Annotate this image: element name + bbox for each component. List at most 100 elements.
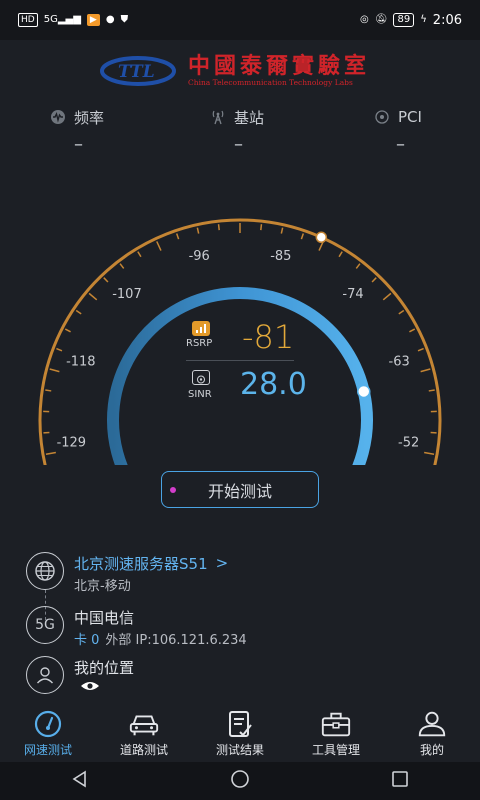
toolbox-icon (320, 710, 352, 738)
user-location-icon (26, 656, 64, 694)
gauge-tick-label: -107 (112, 287, 142, 302)
gauge-readout: RSRP -81 SINR 28.0 (180, 318, 307, 414)
user-icon (416, 710, 448, 738)
network-details: 卡 0 外部 IP:106.121.6.234 (74, 628, 247, 648)
sinr-label: SINR (188, 389, 212, 400)
gauge-tick (75, 309, 82, 315)
frequency-icon (50, 109, 66, 125)
server-row[interactable]: 北京测速服务器S51 > 北京-移动 (26, 552, 228, 594)
gauge-tick (280, 227, 284, 234)
gauge-tick (156, 241, 162, 251)
speed-test-icon (32, 710, 64, 738)
inner-arc-knob (357, 384, 371, 399)
tab-me-label: 我的 (419, 743, 444, 757)
tab-tools[interactable]: 工具管理 (288, 712, 384, 762)
ttl-mark-text: TTL (118, 62, 155, 82)
5g-signal-icon: 5G▂▄▆ (43, 14, 81, 25)
globe-icon (26, 552, 64, 590)
tab-speed-test[interactable]: 网速测试 (0, 710, 96, 762)
start-test-label: 开始测试 (207, 481, 272, 501)
gauge-tick (355, 263, 361, 269)
position-sub (74, 678, 134, 698)
gauge-tick (417, 347, 424, 352)
app-notification-icon: ▶ (86, 14, 100, 26)
results-icon (224, 710, 256, 738)
gauge-tick (398, 309, 405, 315)
gauge-tick (119, 263, 125, 269)
rsrp-icon (192, 321, 210, 336)
metric-base-station-value: – (234, 134, 243, 155)
metric-pci-label: PCI (398, 108, 422, 126)
gauge-tick (424, 451, 435, 455)
metric-pci-value: – (396, 134, 405, 155)
home-icon[interactable] (229, 768, 251, 794)
gauge-tick-label: -118 (66, 354, 96, 369)
tab-speed-test-label: 网速测试 (23, 743, 72, 757)
rsrp-label: RSRP (186, 338, 213, 349)
carrier-name: 中国电信 (74, 608, 135, 627)
gauge-tick (428, 389, 435, 392)
status-left: HD 5G▂▄▆ ▶ ● ⛊ (18, 13, 128, 27)
gauge-tick-label: -96 (189, 249, 210, 264)
position-title: 我的位置 (74, 658, 135, 677)
gauge-tick (371, 277, 377, 283)
metric-pci: PCI – (374, 104, 480, 155)
back-icon[interactable] (70, 769, 90, 793)
gauge-tick (420, 368, 431, 373)
tab-road-test[interactable]: 道路测试 (96, 712, 192, 762)
network-text: 中国电信 卡 0 外部 IP:106.121.6.234 (74, 606, 247, 648)
metric-frequency-label: 频率 (74, 108, 105, 127)
rsrp-value: -81 (242, 318, 295, 356)
metric-frequency-head: 频率 (50, 104, 180, 130)
5g-badge-icon: 5G (26, 606, 64, 644)
start-test-button[interactable]: 开始测试 (161, 471, 319, 508)
sim-card-label: 卡 0 (74, 632, 100, 648)
tab-road-test-label: 道路测试 (119, 743, 168, 757)
server-name[interactable]: 北京测速服务器S51 > (74, 552, 228, 574)
gauge-tick-label: -129 (57, 435, 87, 450)
metric-frequency-value: – (74, 134, 83, 155)
5g-badge-text: 5G (35, 617, 55, 633)
gauge-tick (260, 224, 263, 231)
start-indicator-dot (170, 487, 176, 493)
gauge-tick (382, 292, 392, 301)
status-bar: HD 5G▂▄▆ ▶ ● ⛊ ◎ 🔕︎ 89 ϟ 2:06 (0, 0, 480, 40)
tab-me[interactable]: 我的 (384, 710, 480, 762)
logo-title: 中國泰爾實驗室 (188, 53, 371, 79)
sinr-value: 28.0 (240, 367, 307, 402)
location-icon: ◎ (360, 14, 369, 25)
tab-results[interactable]: 测试结果 (192, 710, 288, 762)
gauge-tick-label: -63 (389, 354, 410, 369)
pci-icon (374, 109, 390, 125)
readout-divider (186, 360, 294, 361)
gauge-tick (175, 233, 180, 240)
position-text: 我的位置 (74, 656, 134, 698)
ttl-mark: TTL (100, 54, 180, 88)
hd-icon: HD (18, 13, 38, 27)
chat-icon: ● (105, 14, 115, 25)
gauge-tick (137, 251, 142, 258)
signal-text: 5G (43, 14, 58, 25)
external-ip: 外部 IP:106.121.6.234 (105, 632, 247, 648)
chevron-right-icon: > (215, 554, 229, 572)
metric-base-station: 基站 – (210, 104, 340, 155)
metric-base-station-label: 基站 (234, 108, 265, 127)
server-name-text: 北京测速服务器S51 (74, 554, 208, 573)
eye-icon[interactable] (80, 680, 100, 696)
gauge-tick (409, 328, 416, 333)
info-section: 北京测速服务器S51 > 北京-移动 5G 中国电信 卡 0 外部 IP:106… (0, 548, 480, 698)
metric-pci-head: PCI (374, 104, 480, 130)
shield-icon: ⛊ (120, 14, 129, 25)
logo-subtitle: China Telecommunication Technology Labs (188, 78, 353, 87)
mute-icon: 🔕︎ (374, 14, 388, 25)
server-location: 北京-移动 (74, 578, 131, 594)
recents-icon[interactable] (390, 769, 410, 793)
bottom-tab-bar: 网速测试 道路测试 测试结果 工具管理 我的 (0, 710, 480, 762)
gauge-tick (338, 251, 343, 258)
gauge-tick (217, 224, 220, 231)
gauge-tick (103, 277, 109, 283)
tab-tools-label: 工具管理 (311, 743, 360, 757)
gauge-tick (45, 389, 52, 392)
metric-base-station-head: 基站 (210, 104, 340, 130)
gauge-tick (88, 292, 98, 301)
